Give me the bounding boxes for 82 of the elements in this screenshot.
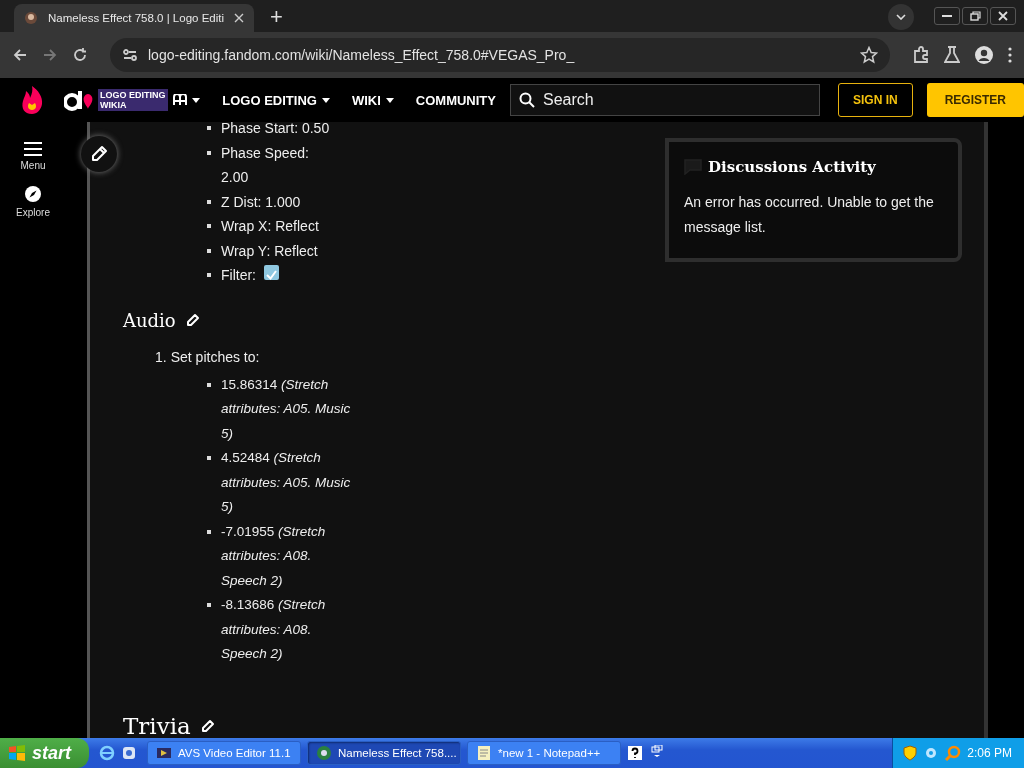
- search-box[interactable]: Search: [510, 84, 820, 116]
- new-tab-button[interactable]: +: [260, 4, 293, 32]
- profile-icon[interactable]: [974, 45, 994, 65]
- list-item: Set pitches to:: [170, 347, 260, 367]
- caret-icon: [321, 97, 330, 103]
- flame-logo[interactable]: [20, 85, 44, 115]
- close-icon: [996, 10, 1010, 22]
- bullet: [207, 224, 211, 228]
- help-icon[interactable]: [627, 745, 643, 761]
- list-item: -8.13686 (Stretch attributes: A08. Speech 2): [221, 596, 327, 663]
- app-icon: [476, 745, 492, 761]
- app-icon: [316, 745, 332, 761]
- caret-icon: [385, 97, 394, 103]
- caret-icon: [192, 97, 201, 103]
- bullet: [207, 456, 211, 460]
- list-number: 1.: [155, 347, 167, 367]
- nav-menu[interactable]: WIKI: [351, 92, 394, 108]
- close-button[interactable]: [990, 7, 1016, 25]
- extensions-icon[interactable]: [912, 46, 930, 64]
- error-message: An error has occurred. Unable to get the message list.: [684, 193, 935, 237]
- list-item: 15.86314 (Stretch attributes: A05. Music 5): [221, 375, 352, 443]
- fandom-icon: [173, 94, 188, 106]
- bullet: [207, 603, 211, 607]
- search-icon: [519, 92, 535, 108]
- bullet: [207, 529, 211, 534]
- address-bar[interactable]: logo-editing.fandom.com/wiki/Nameless_Effect_758.0#VEGAS_Pro_: [110, 38, 890, 72]
- bullet: [207, 150, 211, 155]
- list-item: Wrap X: Reflect: [221, 217, 320, 236]
- section-heading: Trivia: [123, 712, 191, 738]
- card-title: Discussions Activity: [708, 158, 876, 176]
- flask-icon[interactable]: [944, 46, 960, 64]
- list-item: Phase Speed: 2.00: [221, 143, 310, 187]
- taskbar-button[interactable]: *new 1 - Notepad++: [467, 741, 621, 765]
- wiki-logo-text[interactable]: LOGO EDITING WIKIA: [98, 89, 168, 111]
- reload-icon[interactable]: [72, 47, 88, 63]
- windows-logo-icon: [8, 744, 26, 762]
- restore-icon: [968, 10, 982, 22]
- rail-item[interactable]: Menu: [20, 142, 46, 171]
- nav-menu[interactable]: LOGO EDITING: [222, 92, 330, 108]
- list-item: Z Dist: 1.000: [221, 192, 302, 212]
- taskbar-button[interactable]: AVS Video Editor 11.1: [147, 741, 301, 765]
- bullet: [207, 199, 211, 204]
- list-item: Filter:: [221, 263, 339, 288]
- site-icon: [24, 11, 38, 25]
- restore-button[interactable]: [962, 7, 988, 25]
- sign-in-button[interactable]: SIGN IN: [838, 83, 913, 117]
- register-button[interactable]: REGISTER: [926, 83, 1024, 117]
- shield-icon[interactable]: [903, 745, 918, 761]
- menu-icon: [24, 142, 42, 156]
- star-icon[interactable]: [860, 46, 878, 64]
- pencil-icon: [90, 145, 108, 163]
- list-item: Phase Start: 0.50: [221, 122, 331, 138]
- bullet: [207, 126, 211, 130]
- pencil-icon[interactable]: [200, 718, 215, 733]
- pencil-icon[interactable]: [185, 313, 200, 327]
- bullet: [207, 273, 211, 277]
- back-icon[interactable]: [12, 47, 28, 63]
- chevron-icon: [896, 14, 906, 20]
- clock: 2:06 PM: [967, 746, 1012, 760]
- browser-icon[interactable]: [99, 745, 115, 761]
- section-heading: Audio: [123, 309, 176, 331]
- list-item: -7.01955 (Stretch attributes: A08. Speech 2): [221, 522, 327, 590]
- list-item: Wrap Y: Reflect: [221, 241, 319, 261]
- minimize-button[interactable]: [934, 7, 960, 25]
- taskbar-button[interactable]: Nameless Effect 758....: [307, 741, 461, 765]
- nav-menu[interactable]: [173, 94, 201, 106]
- app-icon: [156, 745, 172, 761]
- rail-item[interactable]: Explore: [16, 185, 50, 218]
- bullet: [207, 248, 211, 253]
- list-item: 4.52484 (Stretch attributes: A05. Music 5): [221, 449, 352, 516]
- edit-button[interactable]: [81, 136, 117, 172]
- nav-menu[interactable]: COMMUNITY: [415, 92, 496, 108]
- compass-icon: [24, 185, 42, 203]
- forward-icon[interactable]: [42, 47, 58, 63]
- close-icon[interactable]: [234, 13, 244, 23]
- bullet: [207, 382, 211, 387]
- minimize-icon: [942, 15, 952, 17]
- search-input[interactable]: Search: [541, 90, 811, 110]
- site-info-icon[interactable]: [122, 47, 138, 63]
- more-icon[interactable]: [1008, 47, 1012, 63]
- tab-list-button[interactable]: [888, 4, 914, 30]
- browser-tab[interactable]: Nameless Effect 758.0 | Logo Editi: [14, 4, 254, 32]
